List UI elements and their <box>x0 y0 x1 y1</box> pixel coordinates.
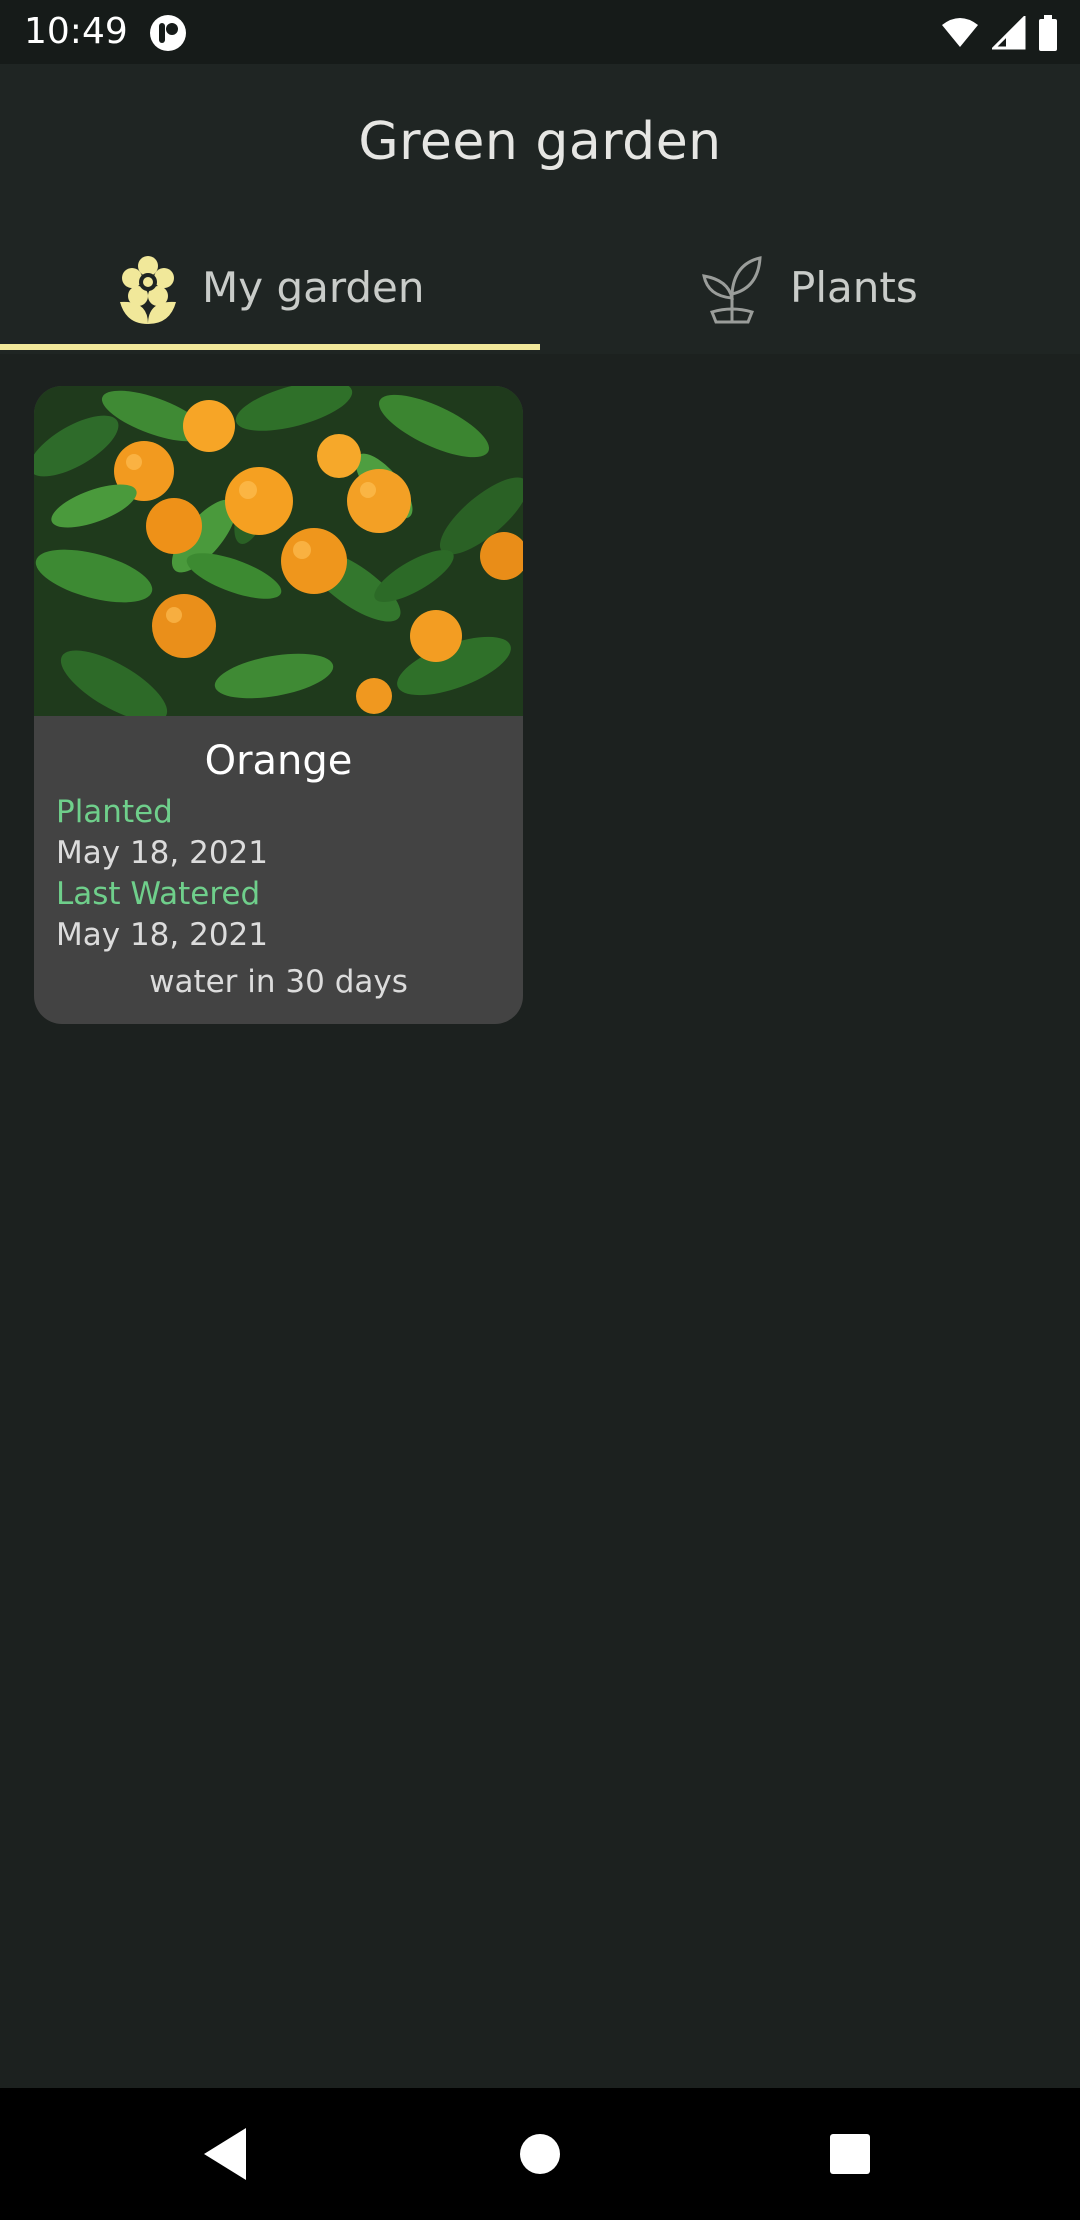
last-watered-label: Last Watered <box>56 876 261 912</box>
app-notification-icon <box>150 15 186 51</box>
tab-plants[interactable]: Plants <box>540 244 1080 354</box>
app-title: Green garden <box>358 112 722 172</box>
system-navigation-bar <box>0 2088 1080 2220</box>
last-watered-date: May 18, 2021 <box>56 917 268 953</box>
status-bar: 10:49 <box>0 0 1080 64</box>
plant-card[interactable]: Orange Planted May 18, 2021 Last Watered… <box>34 386 523 1024</box>
recents-icon[interactable] <box>810 2114 890 2194</box>
battery-icon <box>1039 15 1057 51</box>
status-icons <box>940 14 1058 52</box>
planted-date: May 18, 2021 <box>56 835 268 871</box>
home-icon[interactable] <box>500 2114 580 2194</box>
tab-plants-label: Plants <box>790 263 918 312</box>
tab-my-garden-label: My garden <box>202 263 425 312</box>
plant-name: Orange <box>204 738 353 784</box>
signal-icon <box>992 16 1026 50</box>
plant-image <box>34 386 523 716</box>
status-time: 10:49 <box>24 11 128 52</box>
wifi-icon <box>942 18 978 47</box>
flower-icon <box>120 256 176 324</box>
planted-label: Planted <box>56 794 173 830</box>
app-bar: Green garden My garden Plants <box>0 64 1080 354</box>
tab-my-garden[interactable]: My garden <box>0 244 540 354</box>
tab-selected-indicator <box>0 344 540 350</box>
app-root: 10:49 Green garden My garden Plants Oran… <box>0 0 1080 2220</box>
water-due-text: water in 30 days <box>149 964 408 1000</box>
back-icon[interactable] <box>188 2114 268 2194</box>
sprout-icon <box>702 256 762 324</box>
